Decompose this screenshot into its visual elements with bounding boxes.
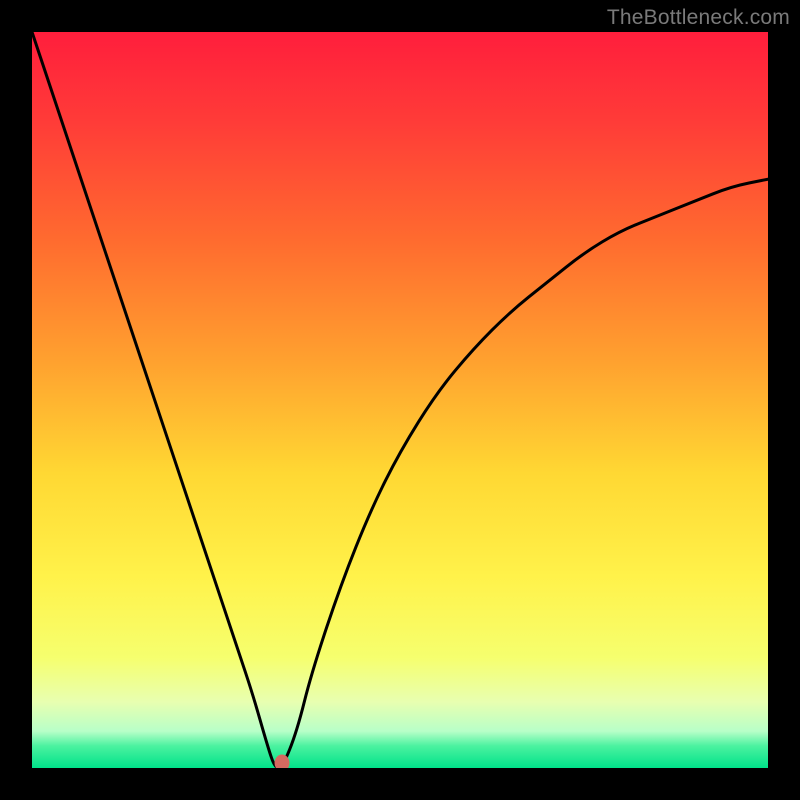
bottleneck-curve [32, 32, 768, 768]
chart-frame: TheBottleneck.com [0, 0, 800, 800]
watermark-label: TheBottleneck.com [607, 6, 790, 30]
plot-area [32, 32, 768, 768]
minimum-marker [275, 755, 290, 769]
